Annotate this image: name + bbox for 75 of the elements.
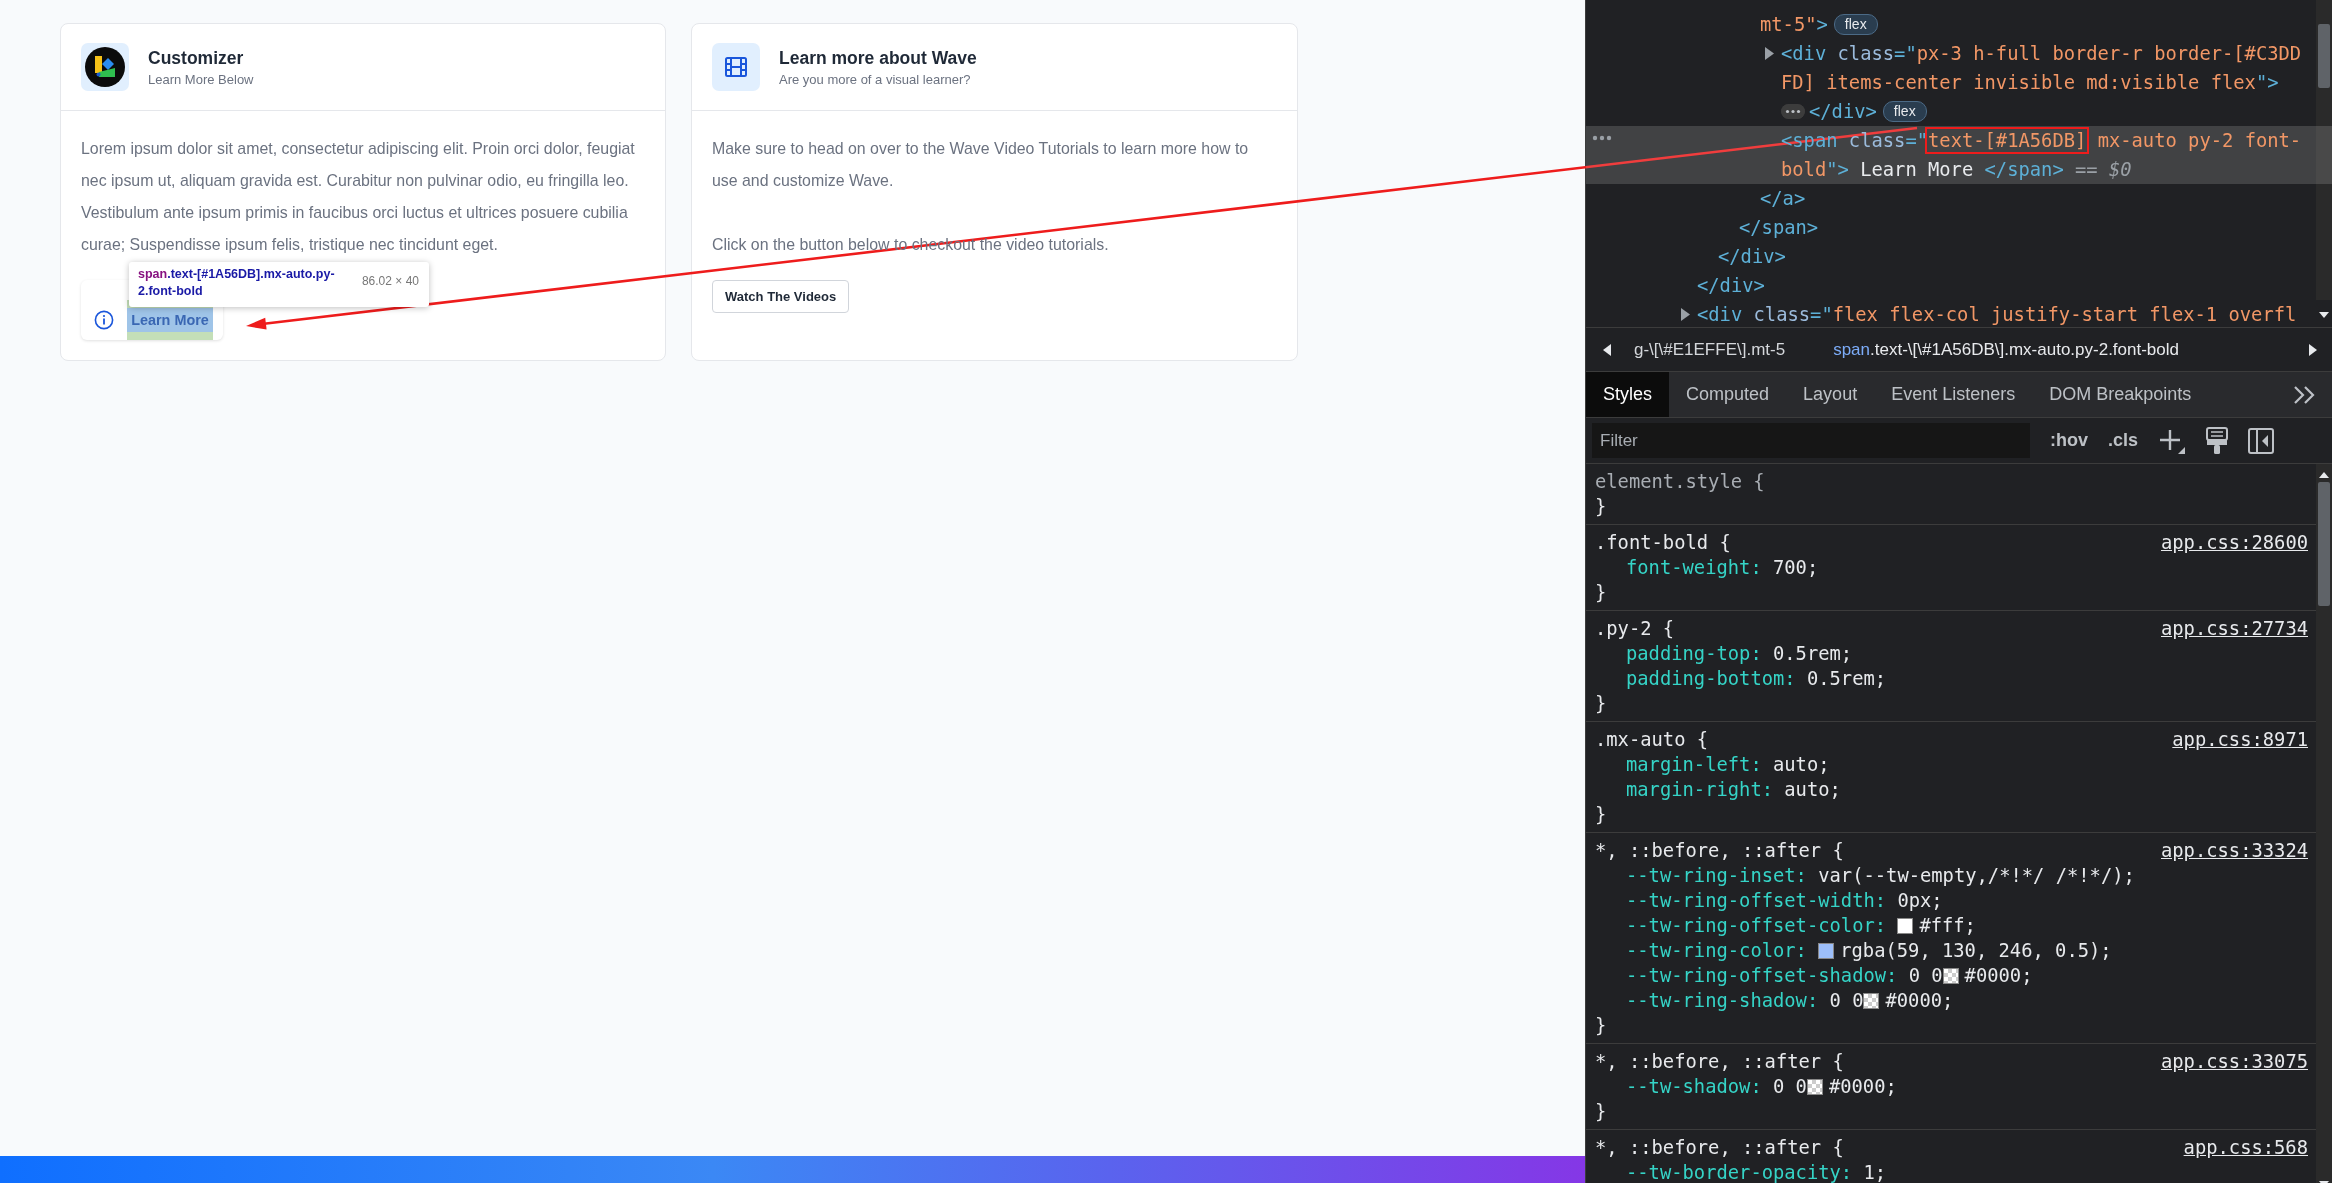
scroll-right-icon[interactable] bbox=[2308, 343, 2318, 356]
panel-tab[interactable]: DOM Breakpoints bbox=[2032, 372, 2209, 417]
source-link[interactable]: app.css:33075 bbox=[2161, 1049, 2308, 1074]
code-line: mt-5"> bbox=[1760, 13, 1828, 37]
panel-tab[interactable]: Event Listeners bbox=[1874, 372, 2033, 417]
layout-badge[interactable]: flex bbox=[1882, 101, 1927, 122]
card-title: Learn more about Wave bbox=[779, 47, 977, 69]
panel-tab[interactable]: Styles bbox=[1586, 372, 1670, 417]
closing-brace: } bbox=[1595, 692, 1607, 716]
scrollbar[interactable] bbox=[2316, 0, 2332, 300]
code-line: <div class="flex flex-col justify-start flex-1 overfl bbox=[1697, 303, 2297, 327]
css-selector: *, ::before, ::after { bbox=[1595, 1050, 1844, 1074]
layout-badge[interactable]: flex bbox=[1833, 14, 1878, 35]
css-declaration: --tw-ring-color: rgba(59, 130, 246, 0.5); bbox=[1626, 939, 2112, 963]
paint-brush-icon[interactable] bbox=[2206, 426, 2229, 455]
source-link[interactable]: app.css:28600 bbox=[2161, 530, 2308, 555]
code-line: </div> bbox=[1697, 274, 1765, 298]
more-dots-icon[interactable] bbox=[1592, 135, 1612, 141]
closing-brace: } bbox=[1595, 803, 1607, 827]
code-line: </a> bbox=[1760, 187, 1806, 211]
sidebar-toggle-icon[interactable] bbox=[2248, 427, 2275, 454]
closing-brace: } bbox=[1595, 1014, 1607, 1038]
css-declaration: --tw-shadow: 0 0 #0000; bbox=[1626, 1075, 1897, 1099]
css-declaration: --tw-ring-offset-color: #fff; bbox=[1626, 914, 1976, 938]
card-subtitle: Learn More Below bbox=[148, 71, 254, 87]
css-declaration: --tw-ring-shadow: 0 0 #0000; bbox=[1626, 989, 1954, 1013]
scroll-down-icon[interactable] bbox=[2319, 312, 2329, 318]
collapsed-triangle-icon[interactable] bbox=[1680, 308, 1691, 321]
css-selector: element.style { bbox=[1595, 470, 1765, 494]
source-link[interactable]: app.css:568 bbox=[2183, 1135, 2308, 1160]
css-declaration: --tw-ring-inset: var(--tw-empty,/*!*/ /*!*/); bbox=[1626, 864, 2135, 888]
closing-brace: } bbox=[1595, 495, 1607, 519]
scroll-left-icon[interactable] bbox=[1602, 343, 1612, 356]
source-link[interactable]: app.css:8971 bbox=[2172, 727, 2308, 752]
body-text: Make sure to head on over to the Wave Video Tutorials to learn more how to use and customize Wave. bbox=[712, 139, 1250, 191]
source-link[interactable]: app.css:27734 bbox=[2161, 616, 2308, 641]
css-declaration: --tw-border-opacity: 1; bbox=[1626, 1161, 1887, 1183]
css-declaration: margin-left: auto; bbox=[1626, 753, 1830, 777]
scrollbar-thumb[interactable] bbox=[2318, 482, 2330, 606]
code-line: </div> bbox=[1718, 245, 1786, 269]
css-declaration: padding-bottom: 0.5rem; bbox=[1626, 667, 1887, 691]
closing-brace: } bbox=[1595, 1100, 1607, 1124]
toolbar-toggle[interactable]: .cls bbox=[2108, 430, 2139, 451]
closing-brace: } bbox=[1595, 581, 1607, 605]
css-declaration: --tw-ring-offset-shadow: 0 0 #0000; bbox=[1626, 964, 2033, 988]
css-declaration: padding-top: 0.5rem; bbox=[1626, 642, 1853, 666]
css-selector: *, ::before, ::after { bbox=[1595, 839, 1844, 863]
body-text: Lorem ipsum dolor sit amet, consectetur adipiscing elit. Proin orci dolor, feugiat nec ipsum ut, aliquam gravida est. Curabitur non pulvinar odio, eu fringilla leo. Vestibulum ante ipsum primis in faucibus orci luctus et ultrices posuere cubilia curae; Suspendisse ipsum felis, tristique nec tincidunt eget. bbox=[81, 139, 636, 255]
code-line: </div> bbox=[1809, 100, 1877, 124]
filter-field[interactable]: Filter bbox=[1592, 423, 2030, 458]
code-line: bold"> Learn More </span> == $0 bbox=[1781, 158, 2132, 182]
toolbar-toggle[interactable]: :hov bbox=[2050, 430, 2088, 451]
info-icon bbox=[94, 310, 114, 330]
css-selector: .font-bold { bbox=[1595, 531, 1731, 555]
breadcrumb[interactable]: span.text-\[\#1A56DB\].mx-auto.py-2.font-bold bbox=[1833, 339, 2179, 360]
card-title: Customizer bbox=[148, 47, 245, 69]
code-line: <div class="px-3 h-full border-r border-[#C3DD bbox=[1781, 42, 2302, 66]
watch-videos-button[interactable]: Watch The Videos bbox=[712, 280, 850, 313]
code-line: FD] items-center invisible md:visible flex"> bbox=[1781, 71, 2279, 95]
css-selector: .py-2 { bbox=[1595, 617, 1675, 641]
film-icon bbox=[725, 57, 747, 77]
source-link[interactable]: app.css:33324 bbox=[2161, 838, 2308, 863]
css-selector: .mx-auto { bbox=[1595, 728, 1709, 752]
css-selector: *, ::before, ::after { bbox=[1595, 1136, 1844, 1160]
scroll-up-icon[interactable] bbox=[2319, 472, 2329, 478]
element-size: 86.02 × 40 bbox=[361, 274, 419, 288]
card-subtitle: Are you more of a visual learner? bbox=[779, 71, 972, 87]
breadcrumb[interactable]: g-\[\#E1EFFE\].mt-5 bbox=[1634, 339, 1786, 360]
css-declaration: --tw-ring-offset-width: 0px; bbox=[1626, 889, 1943, 913]
panel-tab[interactable]: Layout bbox=[1786, 372, 1875, 417]
panel-tab[interactable]: Computed bbox=[1669, 372, 1787, 417]
css-declaration: font-weight: 700; bbox=[1626, 556, 1819, 580]
code-line: </span> bbox=[1739, 216, 1819, 240]
collapsed-triangle-icon[interactable] bbox=[1764, 47, 1775, 60]
css-declaration: margin-right: auto; bbox=[1626, 778, 1841, 802]
